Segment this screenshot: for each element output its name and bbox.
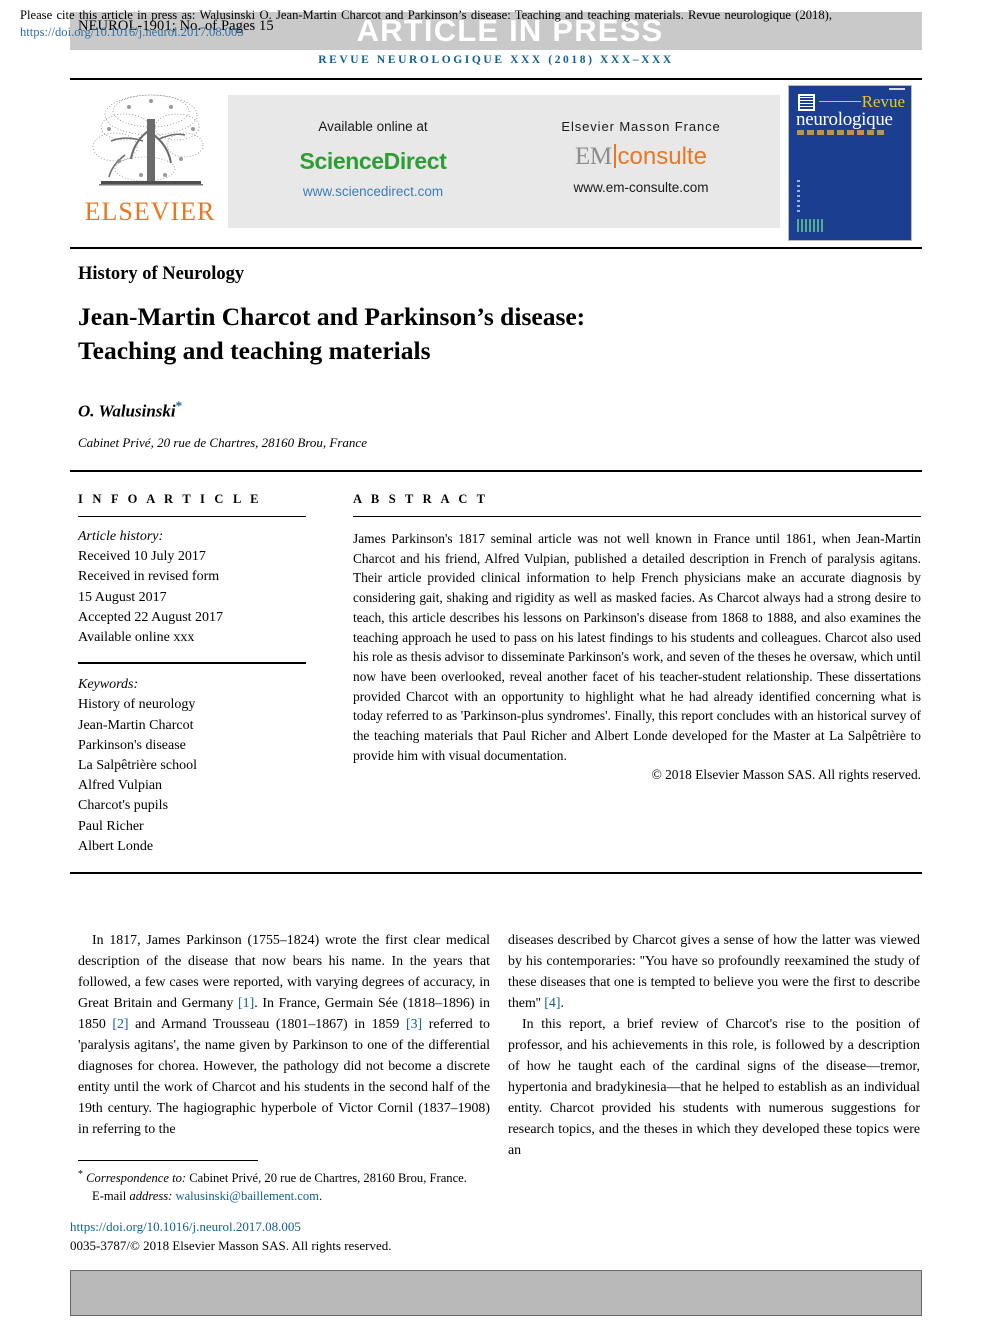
em-logo-text: EM (575, 143, 612, 170)
info-keywords-rule (78, 662, 306, 665)
cover-title-neurologique: neurologique (796, 109, 893, 130)
article-page: NEUROL-1901; No. of Pages 15 ARTICLE IN … (0, 0, 992, 1323)
article-history-label: Article history: (78, 529, 164, 544)
cover-dash-rule (819, 101, 861, 102)
masthead: ELSEVIER Available online at ScienceDire… (70, 85, 922, 241)
cover-corner-mark (889, 88, 905, 90)
history-item-1: Received in revised form (78, 569, 220, 585)
emconsulte-url-link[interactable]: www.em-consulte.com (510, 180, 772, 195)
em-logo-divider (613, 144, 616, 168)
reference-link-3[interactable]: [3] (406, 1017, 422, 1032)
abstract-copyright: © 2018 Elsevier Masson SAS. All rights r… (651, 767, 921, 783)
reference-link-1[interactable]: [1] (238, 996, 254, 1011)
body-paragraph-2: In this report, a brief review of Charco… (508, 1017, 920, 1158)
elsevier-logo: ELSEVIER (80, 89, 220, 239)
history-item-4: Available online xxx (78, 630, 195, 646)
abstract-column: A B S T R A C T James Parkinson's 1817 s… (353, 492, 921, 783)
keyword-1: Jean-Martin Charcot (78, 717, 194, 733)
emconsulte-block: Elsevier Masson France EM consulte www.em… (510, 119, 772, 195)
keyword-7: Albert Londe (78, 838, 154, 854)
elsevier-masson-france-label: Elsevier Masson France (561, 119, 721, 134)
keyword-5: Charcot's pupils (78, 798, 169, 814)
keyword-3: La Salpêtrière school (78, 758, 197, 774)
correspondence-footnote: * Correspondence to: Cabinet Privé, 20 r… (78, 1166, 548, 1188)
reference-link-2[interactable]: [2] (112, 1017, 128, 1032)
keyword-0: History of neurology (78, 697, 196, 713)
header-divider (70, 78, 922, 80)
cover-subtitle-bar (797, 130, 887, 135)
history-item-3: Accepted 22 August 2017 (78, 609, 224, 625)
body-column-left: In 1817, James Parkinson (1755–1824) wro… (78, 930, 490, 1140)
abstract-heading-rule (353, 516, 921, 517)
email-label: E-mail address: (92, 1188, 173, 1203)
history-item-2: 15 August 2017 (78, 589, 167, 605)
issn-copyright-line: 0035-3787/© 2018 Elsevier Masson SAS. Al… (70, 1238, 392, 1253)
elsevier-tree-icon (92, 94, 204, 186)
body-l-part4: referred to 'paralysis agitans', the nam… (78, 1017, 490, 1137)
info-article-heading: I N F O A R T I C L E (78, 492, 262, 506)
email-label-italic: address: (129, 1188, 173, 1203)
abstract-heading: A B S T R A C T (353, 492, 489, 506)
title-divider (70, 470, 922, 472)
keyword-6: Paul Richer (78, 818, 144, 834)
body-paragraph-1: In 1817, James Parkinson (1755–1824) wro… (78, 930, 490, 1140)
email-link[interactable]: walusinski@baillement.com (176, 1189, 319, 1203)
reference-link-4[interactable]: [4] (544, 996, 560, 1011)
consulte-logo-text: consulte (617, 143, 707, 170)
keywords-label: Keywords: (78, 677, 139, 693)
cite-doi-link[interactable]: https://doi.org/10.1016/j.neurol.2017.08… (20, 25, 244, 39)
info-article-column: I N F O A R T I C L E Article history: R… (78, 492, 306, 857)
cover-spine-marks (797, 178, 800, 212)
journal-cover-image: Revue neurologique (788, 85, 912, 241)
correspondence-marker: * (78, 1169, 83, 1180)
author-label: O. Walusinski (78, 401, 176, 421)
title-line-1: Jean-Martin Charcot and Parkinson’s dise… (78, 302, 586, 331)
journal-section-label: History of Neurology (78, 264, 245, 284)
sciencedirect-url-link[interactable]: www.sciencedirect.com (238, 184, 508, 199)
article-history-block: Article history: Received 10 July 2017 R… (78, 527, 306, 648)
email-footnote: E-mail address: walusinski@baillement.co… (92, 1188, 323, 1203)
keyword-2: Parkinson's disease (78, 737, 186, 753)
keyword-4: Alfred Vulpian (78, 778, 163, 794)
footnotes-block: * Correspondence to: Cabinet Privé, 20 r… (78, 1166, 548, 1205)
info-heading-rule (78, 516, 306, 517)
body-r-part2: . (560, 996, 564, 1011)
author-name: O. Walusinski* (78, 398, 182, 422)
sciencedirect-logo: ScienceDirect (299, 148, 447, 174)
author-footnote-marker[interactable]: * (176, 398, 183, 413)
abstract-divider (70, 872, 922, 874)
body-l-part3: and Armand Trousseau (1801–1867) in 1859 (128, 1017, 406, 1032)
doi-link[interactable]: https://doi.org/10.1016/j.neurol.2017.08… (70, 1219, 301, 1235)
footnote-divider (78, 1160, 258, 1161)
history-item-0: Received 10 July 2017 (78, 549, 206, 565)
emconsulte-logo: EM consulte (510, 144, 772, 169)
sciencedirect-block: Available online at ScienceDirect www.sc… (238, 119, 508, 199)
cover-footer-mark (797, 219, 825, 232)
page-title: Jean-Martin Charcot and Parkinson’s dise… (78, 300, 818, 368)
elsevier-wordmark: ELSEVIER (84, 197, 216, 226)
body-r-part1: diseases described by Charcot gives a se… (508, 933, 920, 1011)
correspondence-label: Correspondence to: (86, 1171, 187, 1186)
cover-title-revue: Revue (861, 92, 905, 111)
title-line-2: Teaching and teaching materials (78, 336, 431, 365)
abstract-text: James Parkinson's 1817 seminal article w… (353, 531, 921, 763)
body-paragraph-1-cont: diseases described by Charcot gives a se… (508, 930, 920, 1014)
masthead-divider (70, 247, 922, 249)
journal-running-head: REVUE NEUROLOGIQUE XXX (2018) XXX–XXX (318, 54, 674, 66)
keywords-block: Keywords: History of neurology Jean-Mart… (78, 675, 306, 857)
available-online-label: Available online at (318, 119, 428, 134)
cite-text: Please cite this article in press as: Wa… (20, 8, 832, 22)
cite-this-article-box (70, 1270, 922, 1316)
author-affiliation: Cabinet Privé, 20 rue de Chartres, 28160… (78, 435, 367, 450)
cite-this-article-text: Please cite this article in press as: Wa… (20, 7, 832, 41)
correspondence-text: Cabinet Privé, 20 rue de Chartres, 28160… (186, 1171, 467, 1186)
body-column-right: diseases described by Charcot gives a se… (508, 930, 920, 1161)
